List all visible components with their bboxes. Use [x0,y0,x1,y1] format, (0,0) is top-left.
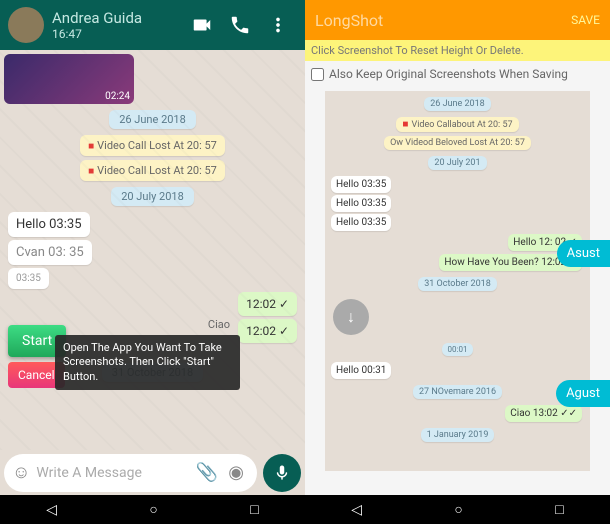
download-button[interactable]: ↓ [333,299,369,335]
video-call-icon[interactable] [191,14,213,36]
attach-icon[interactable]: 📎 [196,462,218,483]
contact-info[interactable]: Andrea Guida 16:47 [52,9,183,41]
message-incoming: Hello 03:35 [331,214,391,231]
tooltip: Open The App You Want To Take Screenshot… [55,335,240,390]
message-text: Ciao [208,318,230,331]
call-log: Ow Videod Beloved Lost At 20: 57 [384,136,531,150]
input-placeholder: Write A Message [36,465,190,481]
camera-icon: ■ [88,166,94,177]
save-button[interactable]: SAVE [571,13,600,27]
message-incoming[interactable]: Hello 03:35 [8,212,90,237]
camera-icon[interactable]: ◉ [228,462,244,483]
avatar[interactable] [8,7,44,43]
app-title: LongShot [315,11,571,30]
message-outgoing[interactable]: 12:02 ✓ [238,319,297,343]
chat-area[interactable]: 02:24 26 June 2018 ■Video Call Lost At 2… [0,50,305,450]
call-log: ■Video Call Lost At 20: 57 [80,135,225,156]
menu-icon[interactable] [267,14,289,36]
screenshot-preview[interactable]: 26 June 2018 ■Video Callabout At 20: 57 … [325,91,590,471]
message-incoming: Hello 03:35 [331,195,391,212]
voice-call-icon[interactable] [229,14,251,36]
recent-icon[interactable]: □ [250,501,258,518]
back-icon[interactable]: ◁ [351,502,362,518]
date-divider: 20 July 2018 [111,187,194,206]
home-icon[interactable]: ○ [454,501,462,518]
longshot-header: LongShot SAVE [305,0,610,40]
camera-icon: ■ [88,141,94,152]
home-icon[interactable]: ○ [149,501,157,518]
message-incoming[interactable]: Cvan 03: 35 [8,240,92,265]
checkbox-label: Also Keep Original Screenshots When Savi… [329,67,568,81]
side-tab[interactable]: Asust [557,240,610,267]
checkbox-row[interactable]: Also Keep Original Screenshots When Savi… [305,61,610,87]
date-divider: 1 January 2019 [421,428,495,442]
mic-button[interactable] [263,454,301,492]
emoji-icon[interactable]: ☺ [12,462,30,483]
whatsapp-header: Andrea Guida 16:47 [0,0,305,50]
message-incoming: Hello 00:31 [331,362,391,379]
message-outgoing[interactable]: 12:02 ✓ [238,292,297,316]
date-divider: 26 June 2018 [109,110,196,129]
message-input[interactable]: ☺ Write A Message 📎 ◉ [4,454,257,492]
keep-originals-checkbox[interactable] [311,68,324,81]
call-log: ■Video Callabout At 20: 57 [396,117,518,132]
android-navbar: ◁ ○ □ [305,495,610,524]
contact-name: Andrea Guida [52,9,183,27]
video-duration: 02:24 [105,91,130,102]
back-icon[interactable]: ◁ [46,502,57,518]
mic-icon [273,464,291,482]
message-incoming[interactable]: 03:35 [8,268,49,289]
video-thumbnail[interactable]: 02:24 [4,54,134,104]
android-navbar: ◁ ○ □ [0,495,305,524]
message-outgoing: Ciao 13:02 ✓✓ [505,405,582,422]
recent-icon[interactable]: □ [555,501,563,518]
contact-time: 16:47 [52,27,183,41]
message-input-bar: ☺ Write A Message 📎 ◉ [0,450,305,495]
date-divider: 27 NOvemare 2016 [413,385,502,399]
side-tab[interactable]: Agust [556,380,610,407]
call-log: ■Video Call Lost At 20: 57 [80,160,225,181]
audio-time: 00:01 [442,343,474,356]
date-divider: 20 July 201 [428,156,486,170]
date-divider: 26 June 2018 [424,97,490,111]
info-banner: Click Screenshot To Reset Height Or Dele… [305,40,610,61]
date-divider: 31 October 2018 [418,277,497,291]
message-incoming: Hello 03:35 [331,176,391,193]
